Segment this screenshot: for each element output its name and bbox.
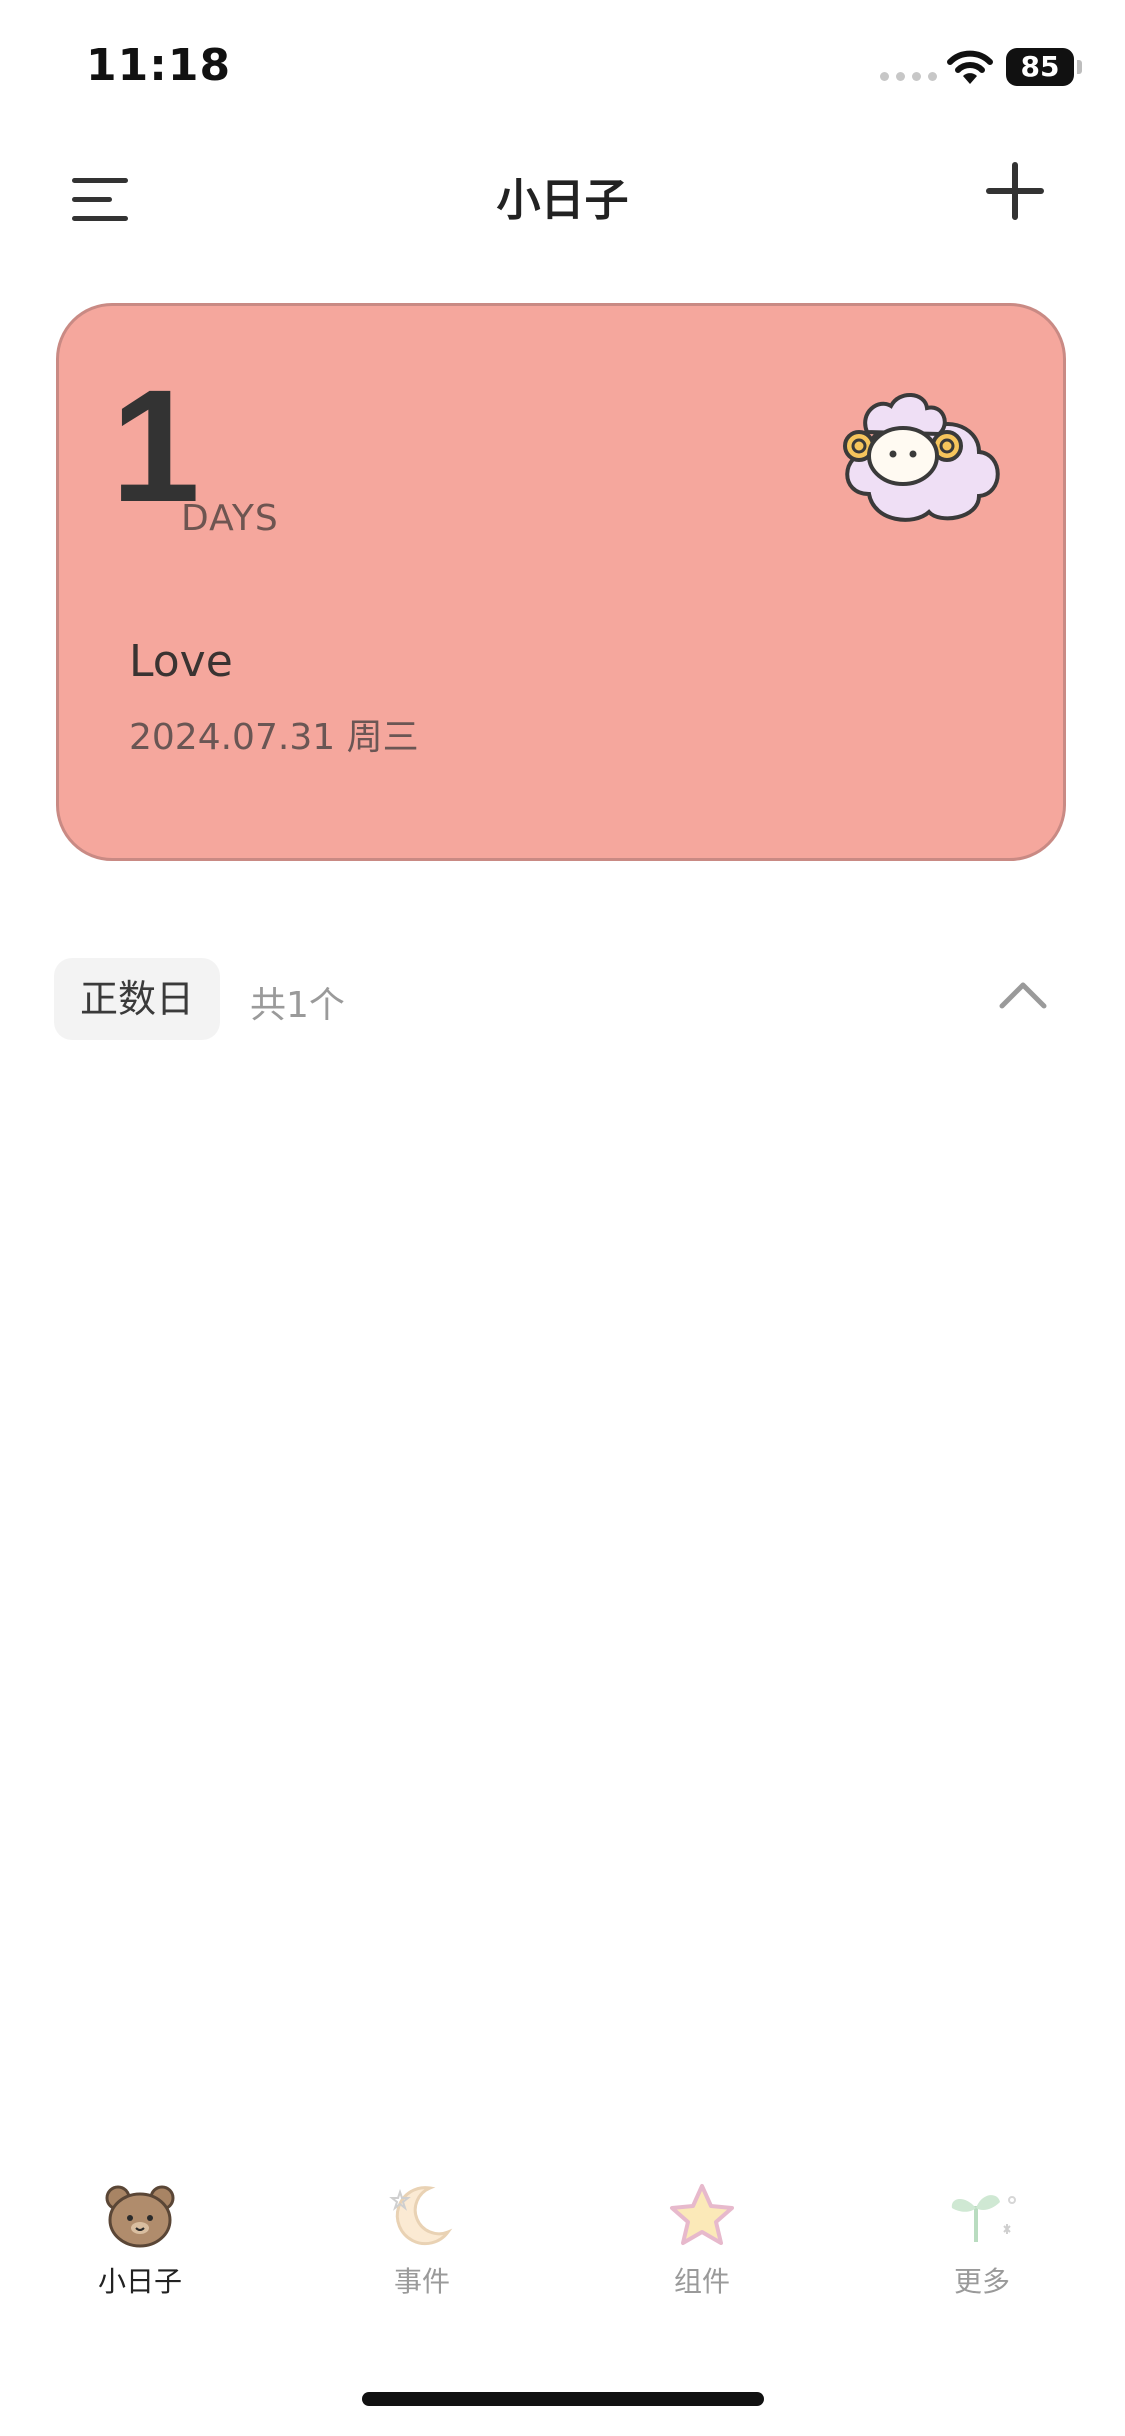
bear-icon: [105, 2185, 175, 2248]
chevron-up-icon[interactable]: [998, 980, 1048, 1010]
tab-label: 事件: [393, 2265, 450, 2298]
tab-label: 更多: [953, 2265, 1010, 2298]
battery-cap: [1077, 60, 1082, 74]
tab-more[interactable]: 更多: [892, 2180, 1072, 2330]
sheep-icon: [843, 393, 1000, 522]
anniversary-card[interactable]: 1 DAYS Love 2024.07.31 周三: [56, 303, 1066, 861]
event-date: 2024.07.31 周三: [129, 717, 419, 758]
home-indicator[interactable]: [362, 2392, 764, 2406]
item-count: 共1个: [250, 985, 345, 1026]
tab-bar: 小日子 事件 组件 更多: [0, 2180, 1125, 2340]
status-bar: 11:18 85: [0, 0, 1125, 140]
page-title: 小日子: [496, 175, 629, 226]
tab-events[interactable]: 事件: [332, 2180, 512, 2330]
tab-label: 小日子: [97, 2265, 182, 2298]
section-header: 正数日 共1个: [54, 958, 1074, 1042]
event-title: Love: [129, 636, 233, 687]
wifi-icon: [947, 50, 993, 84]
sprout-icon: [951, 2195, 1016, 2242]
tab-label: 组件: [673, 2265, 730, 2298]
tab-home[interactable]: 小日子: [50, 2180, 230, 2330]
add-icon[interactable]: [986, 162, 1044, 220]
star-icon: [670, 2184, 734, 2245]
battery-icon: 85: [1006, 48, 1074, 86]
status-time: 11:18: [86, 40, 232, 91]
nav-bar: 小日子: [0, 140, 1125, 250]
tab-widgets[interactable]: 组件: [612, 2180, 792, 2330]
moon-icon: [389, 2186, 453, 2246]
signal-icon: [880, 72, 937, 81]
category-chip[interactable]: 正数日: [54, 958, 221, 1040]
days-unit: DAYS: [181, 498, 279, 539]
